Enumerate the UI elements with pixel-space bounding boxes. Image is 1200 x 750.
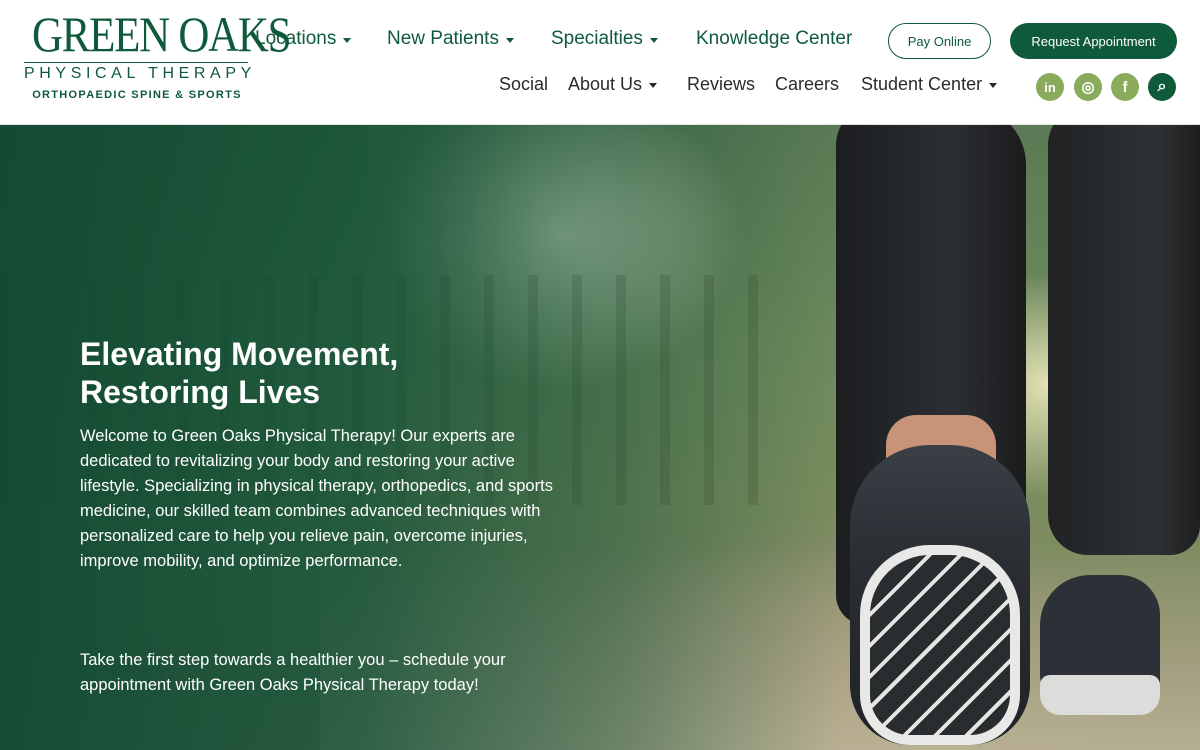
hero-title-line2: Restoring Lives [80, 374, 321, 410]
nav-new-patients[interactable]: New Patients [387, 28, 514, 50]
chevron-down-icon [989, 83, 998, 88]
nav-student-center-label: Student Center [861, 74, 983, 94]
logo-subtitle: PHYSICAL THERAPY [24, 65, 256, 82]
nav-careers-label: Careers [775, 74, 840, 94]
hero-cta-text: Take the first step towards a healthier … [80, 651, 506, 694]
facebook-icon[interactable]: f [1111, 73, 1139, 101]
search-icon[interactable]: ⌕ [1148, 73, 1176, 101]
site-logo[interactable]: GREEN OAKS PHYSICAL THERAPY ORTHOPAEDIC … [24, 8, 292, 108]
nav-locations-label: Locations [255, 28, 337, 49]
hero-title-line1: Elevating Movement, [80, 336, 399, 372]
nav-about-us[interactable]: About Us [568, 74, 658, 95]
nav-new-patients-label: New Patients [387, 28, 499, 49]
pay-online-button[interactable]: Pay Online [888, 23, 991, 59]
logo-divider [24, 62, 248, 63]
chevron-down-icon [343, 37, 352, 43]
chevron-down-icon [649, 83, 658, 88]
chevron-down-icon [505, 37, 514, 43]
logo-tagline: ORTHOPAEDIC SPINE & SPORTS [32, 89, 242, 101]
nav-student-center[interactable]: Student Center [861, 74, 998, 95]
nav-social-label: Social [499, 74, 549, 94]
linkedin-icon[interactable]: in [1036, 73, 1064, 101]
nav-specialties[interactable]: Specialties [551, 28, 658, 50]
hero-section: Elevating Movement, Restoring Lives Welc… [0, 125, 1200, 750]
nav-knowledge-center[interactable]: Knowledge Center [696, 28, 852, 50]
hero-title: Elevating Movement, Restoring Lives [80, 335, 500, 411]
nav-reviews-label: Reviews [687, 74, 756, 94]
nav-about-us-label: About Us [568, 74, 643, 94]
chevron-down-icon [649, 37, 658, 43]
site-header: GREEN OAKS PHYSICAL THERAPY ORTHOPAEDIC … [0, 0, 1200, 125]
request-appointment-button[interactable]: Request Appointment [1010, 23, 1177, 59]
nav-knowledge-center-label: Knowledge Center [696, 28, 853, 49]
nav-specialties-label: Specialties [551, 28, 643, 49]
nav-reviews[interactable]: Reviews [687, 74, 755, 95]
nav-careers[interactable]: Careers [775, 74, 839, 95]
logo-wordmark: GREEN OAKS [32, 6, 292, 62]
nav-social[interactable]: Social [499, 74, 548, 95]
nav-locations[interactable]: Locations [255, 28, 352, 50]
instagram-icon[interactable]: ◎ [1074, 73, 1102, 101]
hero-paragraph: Welcome to Green Oaks Physical Therapy! … [80, 427, 553, 570]
